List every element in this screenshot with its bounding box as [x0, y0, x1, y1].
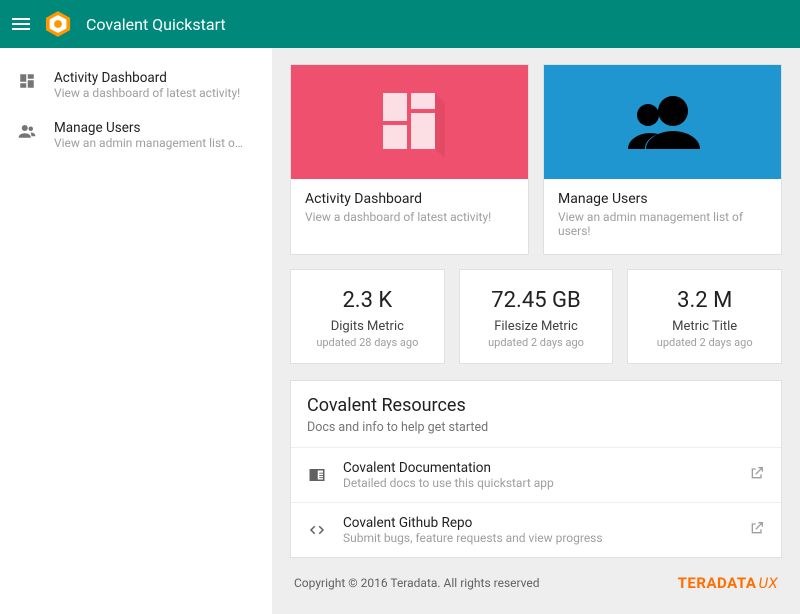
dashboard-hero-icon	[375, 87, 445, 157]
resource-subtitle: Submit bugs, feature requests and view p…	[343, 531, 733, 545]
menu-icon[interactable]	[12, 15, 30, 33]
metric-card: 2.3 K Digits Metric updated 28 days ago	[290, 269, 445, 364]
sidebar-item-users[interactable]: Manage Users View an admin management li…	[0, 110, 272, 160]
copyright-text: Copyright © 2016 Teradata. All rights re…	[294, 576, 540, 590]
brand-logo: TERADATAUX	[678, 574, 778, 592]
metric-name: Metric Title	[636, 319, 773, 334]
app-title: Covalent Quickstart	[86, 15, 226, 34]
app-header: Covalent Quickstart	[0, 0, 800, 48]
metric-name: Digits Metric	[299, 319, 436, 334]
metric-value: 3.2 M	[636, 288, 773, 313]
resource-title: Covalent Github Repo	[343, 515, 733, 531]
sidebar-item-title: Activity Dashboard	[54, 70, 240, 86]
launch-icon[interactable]	[749, 465, 765, 485]
resource-title: Covalent Documentation	[343, 460, 733, 476]
footer: Copyright © 2016 Teradata. All rights re…	[290, 568, 782, 596]
chrome-reader-icon	[307, 466, 327, 484]
main-content: Activity Dashboard View a dashboard of l…	[272, 48, 800, 614]
card-hero	[544, 65, 781, 179]
sidebar-item-dashboard[interactable]: Activity Dashboard View a dashboard of l…	[0, 60, 272, 110]
sidebar-item-subtitle: View a dashboard of latest activity!	[54, 86, 240, 100]
resources-title: Covalent Resources	[307, 395, 765, 416]
code-icon	[307, 521, 327, 539]
resource-item-github[interactable]: Covalent Github Repo Submit bugs, featur…	[291, 502, 781, 557]
metric-card: 72.45 GB Filesize Metric updated 2 days …	[459, 269, 614, 364]
metric-value: 72.45 GB	[468, 288, 605, 313]
resource-subtitle: Detailed docs to use this quickstart app	[343, 476, 733, 490]
users-icon	[18, 120, 36, 150]
resources-subtitle: Docs and info to help get started	[307, 420, 765, 435]
launch-icon[interactable]	[749, 520, 765, 540]
card-subtitle: View an admin management list of users!	[558, 210, 767, 238]
metric-name: Filesize Metric	[468, 319, 605, 334]
card-hero	[291, 65, 528, 179]
metric-updated: updated 2 days ago	[468, 336, 605, 349]
users-hero-icon	[618, 87, 708, 157]
resource-item-docs[interactable]: Covalent Documentation Detailed docs to …	[291, 447, 781, 502]
card-users[interactable]: Manage Users View an admin management li…	[543, 64, 782, 255]
metric-card: 3.2 M Metric Title updated 2 days ago	[627, 269, 782, 364]
metric-value: 2.3 K	[299, 288, 436, 313]
sidebar: Activity Dashboard View a dashboard of l…	[0, 48, 272, 614]
metric-updated: updated 28 days ago	[299, 336, 436, 349]
card-dashboard[interactable]: Activity Dashboard View a dashboard of l…	[290, 64, 529, 255]
sidebar-item-subtitle: View an admin management list of use..	[54, 136, 244, 150]
card-title: Manage Users	[558, 191, 767, 207]
sidebar-item-title: Manage Users	[54, 120, 244, 136]
card-subtitle: View a dashboard of latest activity!	[305, 210, 514, 224]
resources-panel: Covalent Resources Docs and info to help…	[290, 380, 782, 558]
dashboard-icon	[18, 70, 36, 100]
app-logo	[44, 10, 72, 38]
metric-updated: updated 2 days ago	[636, 336, 773, 349]
card-title: Activity Dashboard	[305, 191, 514, 207]
